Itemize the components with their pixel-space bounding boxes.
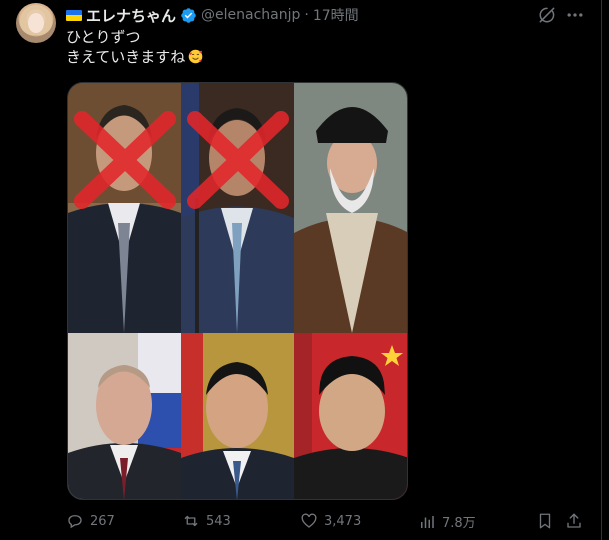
separator-dot: · (304, 7, 309, 23)
post-text-line1: ひとりずつ (66, 28, 141, 46)
post-header: エレナちゃん @elenachanjp · 17時間 (66, 5, 359, 25)
avatar-face (28, 13, 44, 33)
like-button[interactable]: 3,473 (300, 512, 361, 530)
repost-icon (184, 515, 198, 527)
photo-bottom-left[interactable] (68, 333, 181, 499)
post-text: ひとりずつ きえていきますね (66, 27, 204, 67)
post-text-line2-wrap: きえていきますね (66, 47, 204, 67)
repost-count: 543 (206, 513, 231, 529)
reply-count: 267 (90, 513, 115, 529)
like-count: 3,473 (324, 513, 362, 529)
verified-badge-icon[interactable] (180, 7, 197, 24)
share-button[interactable] (565, 512, 583, 530)
bookmark-button[interactable] (536, 512, 554, 530)
share-icon (567, 513, 581, 528)
post-text-line2: きえていきますね (66, 48, 186, 66)
photo-top-left[interactable] (68, 83, 181, 333)
more-icon[interactable] (565, 5, 585, 25)
post-time[interactable]: 17時間 (313, 5, 359, 25)
like-icon (301, 513, 317, 528)
photo-top-middle[interactable] (181, 83, 294, 333)
display-name[interactable]: エレナちゃん (86, 5, 176, 26)
timeline-border (601, 0, 602, 540)
reply-icon (68, 515, 82, 529)
repost-button[interactable]: 543 (182, 512, 231, 530)
avatar[interactable] (16, 3, 56, 43)
action-bar: 267 543 3,473 7.8万 (66, 512, 586, 534)
views-icon (421, 515, 434, 528)
smiling-face-with-hearts-emoji (188, 49, 203, 64)
ukraine-flag-icon (66, 9, 82, 21)
photo-top-right[interactable] (294, 83, 407, 333)
views-button[interactable]: 7.8万 (418, 512, 476, 531)
user-handle[interactable]: @elenachanjp (201, 7, 300, 23)
photo-bottom-middle[interactable] (181, 333, 294, 499)
photo-bottom-right[interactable] (294, 333, 407, 499)
reply-button[interactable]: 267 (66, 512, 115, 530)
view-count: 7.8万 (442, 516, 476, 531)
bookmark-icon (539, 513, 551, 529)
grok-icon[interactable] (537, 5, 557, 25)
media-grid[interactable] (67, 82, 408, 500)
